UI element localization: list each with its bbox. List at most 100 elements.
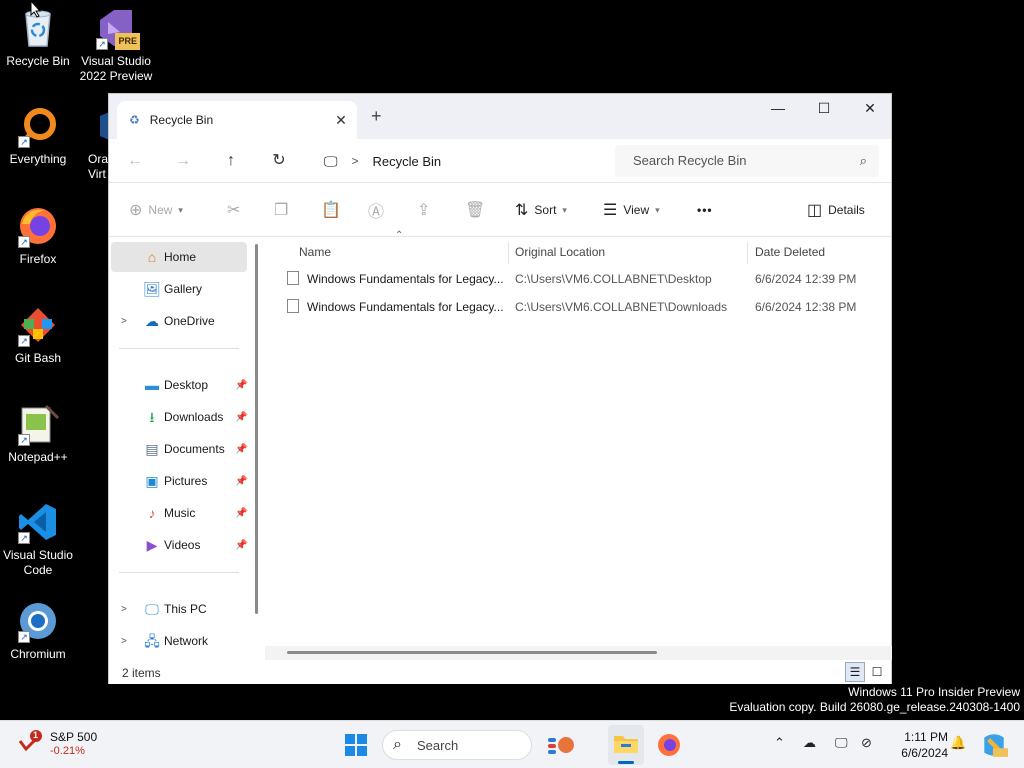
close-window-button[interactable]: ✕ [847, 94, 893, 124]
nav-label: Gallery [164, 282, 203, 296]
refresh-button[interactable]: ↻ [267, 149, 291, 173]
mouse-cursor-icon [30, 0, 42, 18]
clock-date: 6/6/2024 [901, 746, 948, 760]
nav-item-this-pc[interactable]: > 🖵 This PC [111, 594, 247, 624]
desktop-icon-visual-studio[interactable]: PRE ↗ Visual Studio 2022 Preview [78, 6, 154, 84]
taskbar-search[interactable]: ⌕ Search [382, 730, 532, 760]
desktop-icon-chromium[interactable]: ↗ Chromium [0, 599, 76, 662]
file-icon [287, 299, 299, 313]
tiles-view-button[interactable]: ☐ [867, 662, 887, 682]
home-icon: ⌂ [147, 249, 157, 265]
more-options-button[interactable]: ••• [697, 197, 713, 223]
git-bash-icon: ↗ [16, 303, 60, 347]
file-row[interactable]: Windows Fundamentals for Legacy... C:\Us… [283, 294, 883, 320]
share-icon: ⇪ [417, 202, 431, 219]
sort-button[interactable]: ⇅ Sort ▾ [515, 197, 567, 223]
back-button[interactable]: ← [123, 149, 147, 173]
column-divider[interactable] [508, 242, 509, 264]
nav-item-pictures[interactable]: ▣ Pictures 📌 [111, 466, 247, 496]
nav-item-home[interactable]: ⌂ Home [111, 242, 247, 272]
stock-name: S&P 500 [50, 730, 98, 744]
bell-icon[interactable]: 🔔 [950, 735, 966, 751]
paste-button[interactable]: 📋 [321, 197, 347, 223]
share-button[interactable]: ⇪ [417, 197, 436, 223]
minimize-button[interactable]: — [755, 94, 801, 124]
desktop-icon-label: Recycle Bin [6, 54, 70, 68]
maximize-button[interactable]: ☐ [801, 94, 847, 124]
forward-button[interactable]: → [171, 149, 195, 173]
new-button[interactable]: ⊕ New ▾ [129, 197, 183, 223]
column-header-name[interactable]: Name [299, 245, 331, 259]
command-bar: ⊕ New ▾ ✂ ❐ 📋 Ⓐ ⇪ 🗑 ⇅ Sort ▾ ☰ View ▾ ••… [109, 183, 891, 237]
desktop-icon-virtualbox[interactable]: Ora Virt [78, 104, 108, 182]
search-input[interactable]: Search Recycle Bin ⌕ [615, 145, 879, 177]
desktop-icon-label: Visual Studio Code [3, 548, 73, 577]
firefox-icon[interactable] [655, 731, 683, 759]
file-name: Windows Fundamentals for Legacy... [307, 300, 504, 314]
pin-icon: 📌 [235, 443, 248, 455]
close-tab-icon[interactable]: ✕ [333, 112, 349, 128]
nav-scrollbar[interactable] [255, 244, 258, 614]
nav-item-downloads[interactable]: ⭳ Downloads 📌 [111, 402, 248, 432]
desktop-icon-notepadpp[interactable]: ↗ Notepad++ [0, 402, 76, 465]
tab-recycle-bin[interactable]: ♻ Recycle Bin ✕ [117, 101, 357, 139]
recycle-bin-icon: ♻ [129, 113, 140, 127]
chevron-up-icon[interactable]: ⌃ [774, 735, 785, 751]
view-button[interactable]: ☰ View ▾ [603, 197, 660, 223]
network-status-icon[interactable]: ⊘ [861, 735, 872, 751]
pre-badge: PRE [115, 33, 140, 50]
shortcut-arrow-icon: ↗ [18, 236, 30, 248]
new-tab-button[interactable]: + [371, 106, 382, 127]
copilot-icon[interactable] [980, 731, 1008, 759]
file-icon [287, 271, 299, 285]
desktop-icon-firefox[interactable]: ↗ Firefox [0, 204, 76, 267]
column-header-original-location[interactable]: Original Location [515, 245, 605, 259]
desktop-icon-label: Git Bash [14, 351, 62, 365]
desktop-icon-vscode[interactable]: ↗ Visual Studio Code [0, 500, 76, 578]
title-bar: ♻ Recycle Bin ✕ + — ☐ ✕ [109, 94, 891, 139]
chevron-right-icon[interactable]: > [121, 636, 127, 647]
desktop-icon-everything[interactable]: ↗ Everything [0, 104, 76, 167]
column-divider[interactable] [747, 242, 748, 264]
address-bar[interactable]: 🖵 > Recycle Bin [314, 145, 604, 177]
taskbar-search-label: Search [417, 738, 459, 753]
nav-item-desktop[interactable]: ▬ Desktop 📌 [111, 370, 247, 400]
cloud-offline-icon[interactable]: ☁ [803, 735, 816, 751]
details-view-button[interactable]: ☰ [845, 662, 865, 682]
copy-button[interactable]: ❐ [274, 197, 294, 223]
breadcrumb[interactable]: Recycle Bin [373, 154, 442, 169]
horizontal-scrollbar[interactable] [287, 651, 657, 654]
desktop-icon-label: Ora Virt [88, 152, 108, 181]
delete-button[interactable]: 🗑 [465, 197, 491, 223]
file-explorer-taskbar-button[interactable] [608, 725, 644, 765]
nav-item-onedrive[interactable]: > ☁ OneDrive [111, 306, 247, 336]
monitor-icon: 🖵 [145, 601, 159, 617]
file-row[interactable]: Windows Fundamentals for Legacy... C:\Us… [283, 266, 883, 292]
chevron-right-icon[interactable]: > [121, 604, 127, 615]
start-icon[interactable] [342, 731, 370, 759]
column-header-date-deleted[interactable]: Date Deleted [755, 245, 825, 259]
chromium-icon: ↗ [16, 599, 60, 643]
shortcut-arrow-icon: ↗ [18, 631, 30, 643]
desktop-icon-git-bash[interactable]: ↗ Git Bash [0, 303, 76, 366]
item-count: 2 items [122, 666, 161, 680]
nav-item-gallery[interactable]: 🖼 Gallery [111, 274, 247, 304]
nav-item-music[interactable]: ♪ Music 📌 [111, 498, 248, 528]
rename-icon: Ⓐ [368, 204, 385, 221]
nav-item-videos[interactable]: ▶ Videos 📌 [111, 530, 248, 560]
display-icon[interactable]: 🖵 [835, 735, 848, 751]
up-button[interactable]: ↑ [219, 149, 243, 173]
music-icon: ♪ [148, 505, 156, 521]
nav-item-network[interactable]: > 🖧 Network [111, 626, 247, 656]
nav-label: Desktop [164, 378, 209, 392]
cut-button[interactable]: ✂ [227, 197, 246, 223]
widgets-icon[interactable] [546, 731, 574, 759]
rename-button[interactable]: Ⓐ [368, 197, 390, 223]
clock[interactable]: 1:11 PM 6/6/2024 [884, 729, 948, 761]
watermark-line-1: Windows 11 Pro Insider Preview [848, 685, 1020, 699]
chevron-right-icon[interactable]: > [121, 316, 127, 327]
details-button[interactable]: ◫ Details [807, 197, 865, 223]
file-location: C:\Users\VM6.COLLABNET\Desktop [515, 272, 712, 286]
nav-item-documents[interactable]: ▤ Documents 📌 [111, 434, 247, 464]
desktop-icon-label: Chromium [10, 647, 66, 661]
